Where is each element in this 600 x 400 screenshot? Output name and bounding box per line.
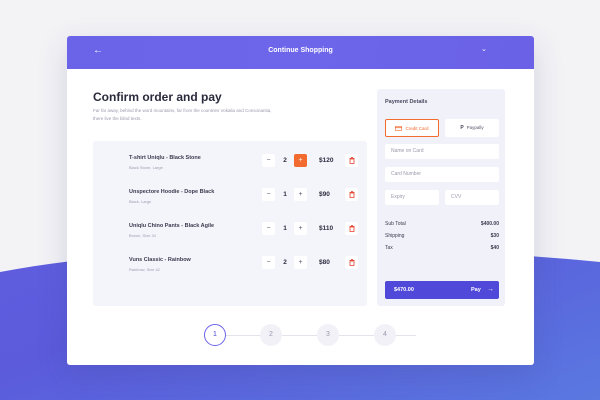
increase-qty-button[interactable]: +: [294, 256, 307, 269]
expiry-input[interactable]: Expiry: [385, 190, 439, 205]
cart-item: Vuns Classic - Rainbow Rainbow, Size 42 …: [93, 256, 367, 286]
item-price: $110: [319, 225, 334, 232]
cart-item: T-shirt Uniqlu - Black Stone Black Stone…: [93, 154, 367, 184]
checkout-card: ← Continue Shopping ⌄ Confirm order and …: [67, 36, 534, 365]
item-price: $90: [319, 191, 330, 198]
step-4[interactable]: 4: [374, 324, 396, 346]
trash-icon: [349, 191, 354, 198]
page-title: Confirm order and pay: [93, 90, 222, 104]
item-name: Vuns Classic - Rainbow: [129, 257, 191, 263]
shipping-label: Shipping: [385, 233, 405, 239]
arrow-right-icon: →: [487, 286, 494, 293]
tax-row: Tax $40: [385, 245, 499, 251]
delete-item-button[interactable]: [345, 154, 358, 167]
card-number-input[interactable]: Card Number: [385, 167, 499, 182]
paypal-icon: P: [460, 125, 464, 131]
increase-qty-button[interactable]: +: [294, 222, 307, 235]
item-name: Unspectore Hoodie - Dope Black: [129, 189, 215, 195]
shipping-value: $30: [490, 233, 499, 239]
item-meta: Rainbow, Size 42: [129, 267, 160, 272]
trash-icon: [349, 259, 354, 266]
shipping-row: Shipping $30: [385, 233, 499, 239]
cart-items-panel: T-shirt Uniqlu - Black Stone Black Stone…: [93, 141, 367, 306]
item-meta: Black Stone, Large: [129, 165, 163, 170]
subtotal-row: Sub Total $400.00: [385, 221, 499, 227]
item-name: Uniqlu Chino Pants - Black Agile: [129, 223, 215, 229]
payment-panel: Payment Details Credit Card P Paypally Na…: [377, 89, 505, 306]
paypal-option[interactable]: P Paypally: [445, 119, 499, 137]
trash-icon: [349, 225, 354, 232]
item-name: T-shirt Uniqlu - Black Stone: [129, 155, 201, 161]
item-meta: Brown, Size 34: [129, 233, 156, 238]
checkout-stepper: 1 2 3 4: [67, 324, 534, 346]
subtotal-value: $400.00: [480, 221, 499, 227]
header-bar: ← Continue Shopping ⌄: [67, 36, 534, 69]
name-on-card-input[interactable]: Name on Card: [385, 144, 499, 159]
subtotal-label: Sub Total: [385, 221, 406, 227]
increase-qty-button[interactable]: +: [294, 154, 307, 167]
item-quantity: 2: [283, 157, 287, 164]
credit-card-label: Credit Card: [405, 126, 429, 131]
decrease-qty-button[interactable]: −: [262, 222, 275, 235]
pay-amount: $470.00: [394, 287, 414, 293]
trash-icon: [349, 157, 354, 164]
step-2[interactable]: 2: [260, 324, 282, 346]
item-price: $120: [319, 157, 334, 164]
step-1[interactable]: 1: [204, 324, 226, 346]
chevron-down-icon[interactable]: ⌄: [481, 45, 487, 53]
pay-button[interactable]: $470.00 Pay →: [385, 281, 499, 299]
item-quantity: 1: [283, 225, 287, 232]
delete-item-button[interactable]: [345, 188, 358, 201]
header-title[interactable]: Continue Shopping: [67, 47, 534, 54]
cart-item: Unspectore Hoodie - Dope Black Black, La…: [93, 188, 367, 218]
item-meta: Black, Large: [129, 199, 152, 204]
step-3[interactable]: 3: [317, 324, 339, 346]
paypal-label: Paypally: [466, 125, 484, 131]
tax-label: Tax: [385, 245, 393, 251]
credit-card-option[interactable]: Credit Card: [385, 119, 439, 137]
decrease-qty-button[interactable]: −: [262, 154, 275, 167]
payment-title: Payment Details: [385, 99, 428, 105]
tax-value: $40: [490, 245, 499, 251]
delete-item-button[interactable]: [345, 256, 358, 269]
credit-card-icon: [395, 126, 403, 132]
pay-label: Pay: [471, 287, 481, 293]
decrease-qty-button[interactable]: −: [262, 188, 275, 201]
cvv-input[interactable]: CVV: [445, 190, 499, 205]
page-description: Far far away, behind the word mountains,…: [93, 108, 272, 121]
item-quantity: 2: [283, 259, 287, 266]
item-price: $80: [319, 259, 330, 266]
increase-qty-button[interactable]: +: [294, 188, 307, 201]
cart-item: Uniqlu Chino Pants - Black Agile Brown, …: [93, 222, 367, 252]
delete-item-button[interactable]: [345, 222, 358, 235]
decrease-qty-button[interactable]: −: [262, 256, 275, 269]
item-quantity: 1: [283, 191, 287, 198]
